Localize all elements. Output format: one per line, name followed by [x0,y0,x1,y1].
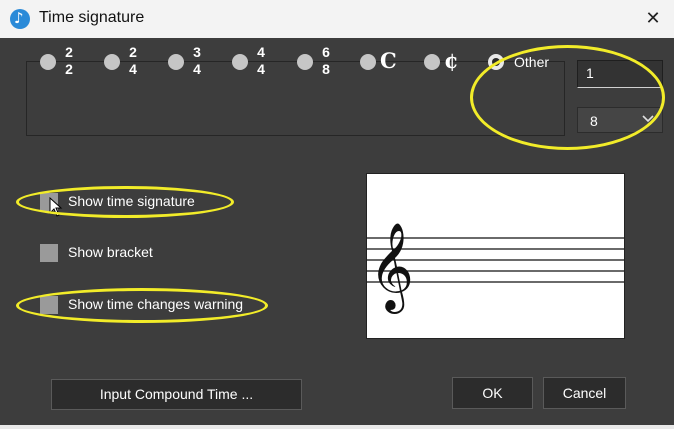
cancel-label: Cancel [562,385,607,401]
radio-3-4[interactable] [168,54,184,70]
show-time-changes-warning-checkbox[interactable] [40,296,58,314]
radio-6-8[interactable] [297,54,313,70]
time-signature-options-panel [26,61,565,136]
input-compound-time-button[interactable]: Input Compound Time ... [51,379,302,410]
numerator-field[interactable]: 1 [577,60,663,88]
treble-clef-icon: 𝄞 [369,221,414,314]
radio-2-2[interactable] [40,54,56,70]
numerator-value: 1 [586,65,594,81]
app-icon [10,9,30,29]
staff-preview-svg: 𝄞 [367,221,624,314]
bottom-edge [0,425,674,429]
input-compound-time-label: Input Compound Time ... [99,386,254,402]
fraction-3-4: 34 [193,44,201,77]
show-bracket-checkbox[interactable] [40,244,58,262]
denominator-value: 8 [590,113,598,129]
cancel-button[interactable]: Cancel [543,377,626,409]
radio-2-4[interactable] [104,54,120,70]
fraction-2-4: 24 [129,44,137,77]
title-bar: Time signature ✕ [0,0,674,38]
fraction-2-2: 22 [65,44,73,77]
close-icon: ✕ [645,8,661,29]
show-time-changes-warning-label: Show time changes warning [68,296,244,312]
radio-common-time[interactable] [360,54,376,70]
mouse-cursor-icon [49,197,63,217]
common-time-icon: C [380,48,397,73]
cut-time-icon: ¢ [444,48,459,73]
radio-4-4[interactable] [232,54,248,70]
show-bracket-label: Show bracket [68,244,153,260]
show-time-signature-label: Show time signature [68,193,195,209]
radio-other[interactable] [488,54,504,70]
fraction-6-8: 68 [322,44,330,77]
ok-label: OK [482,385,503,401]
chevron-down-icon [642,115,654,123]
other-label: Other [514,54,550,70]
denominator-select[interactable]: 8 [577,107,663,133]
close-button[interactable]: ✕ [638,4,668,34]
fraction-4-4: 44 [257,44,265,77]
window-title: Time signature [39,9,145,26]
radio-cut-time[interactable] [424,54,440,70]
ok-button[interactable]: OK [452,377,533,409]
staff-preview: 𝄞 [366,173,625,339]
